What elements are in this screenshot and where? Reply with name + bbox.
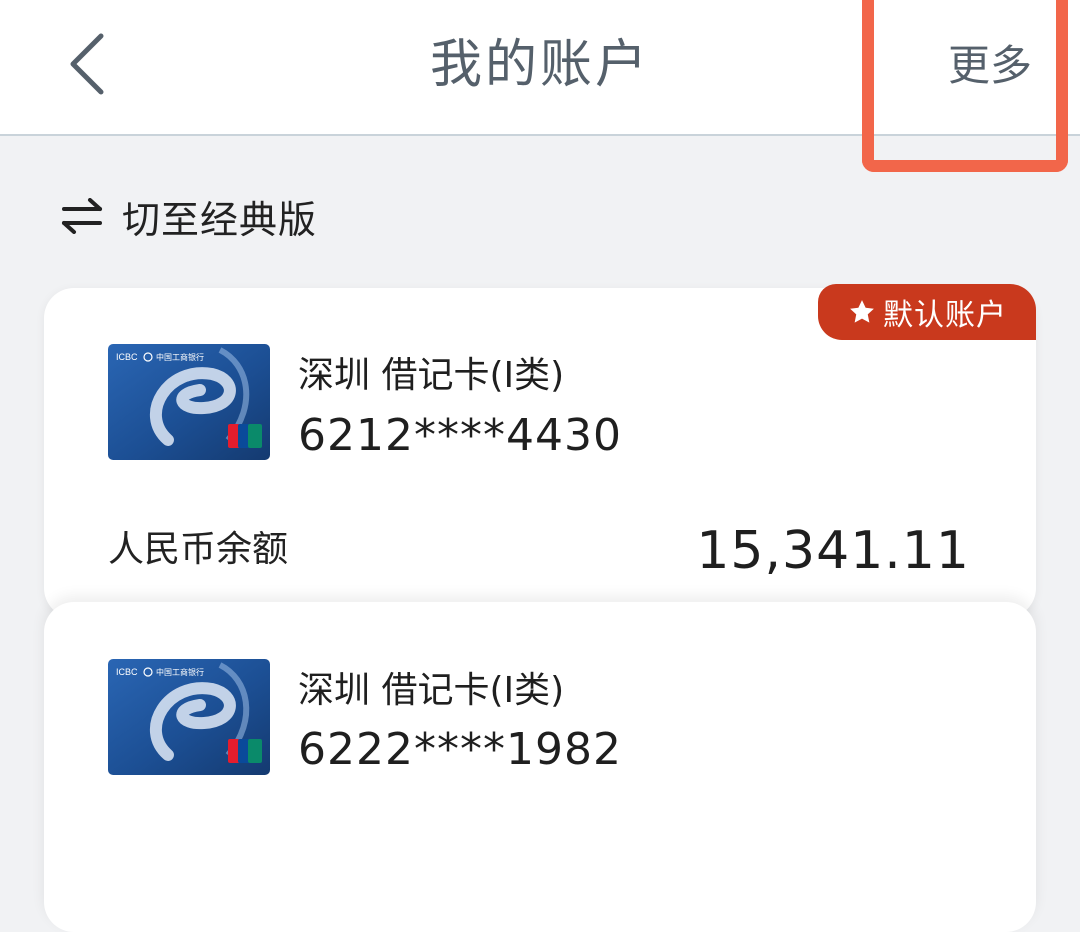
default-account-badge: 默认账户 — [818, 284, 1036, 340]
account-name: 深圳 借记卡(I类) — [298, 670, 565, 711]
bank-card-image: ICBC 中国工商银行 — [108, 659, 270, 775]
switch-to-classic-link[interactable]: 切至经典版 — [60, 186, 317, 246]
card-brand-text: ICBC — [116, 352, 138, 362]
account-number: 6222****1982 — [298, 724, 622, 775]
bank-card-image: ICBC 中国工商银行 — [108, 344, 270, 460]
card-brand-text: ICBC — [116, 667, 138, 677]
switch-arrows-icon — [62, 198, 102, 234]
default-badge-label: 默认账户 — [883, 298, 1007, 333]
star-icon — [850, 300, 874, 323]
switch-label: 切至经典版 — [122, 197, 318, 242]
card-bank-name: 中国工商银行 — [156, 667, 204, 677]
more-highlight-annotation — [862, 0, 1068, 172]
unionpay-logo — [228, 424, 262, 448]
account-name: 深圳 借记卡(I类) — [298, 355, 565, 396]
card-bank-name: 中国工商银行 — [156, 352, 204, 362]
balance-label: 人民币余额 — [108, 529, 289, 570]
unionpay-logo — [228, 739, 262, 763]
balance-amount: 15,341.11 — [696, 521, 970, 581]
account-number: 6212****4430 — [298, 410, 622, 461]
